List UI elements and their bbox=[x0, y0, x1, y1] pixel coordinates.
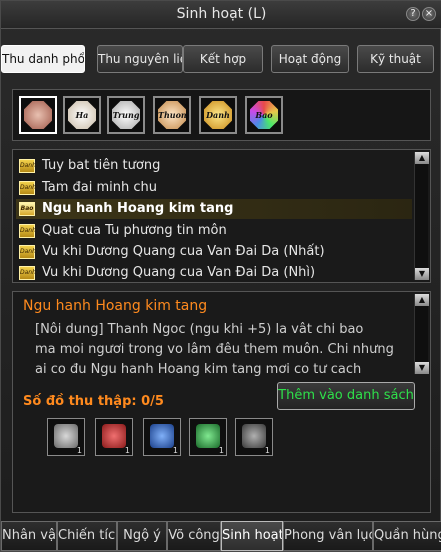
list-item-label: Quat cua Tu phương tin môn bbox=[42, 223, 227, 238]
window-title: Sinh hoạt (L) bbox=[176, 6, 267, 22]
list-item[interactable]: Danh Tam đai minh chu bbox=[16, 178, 412, 198]
material-slot[interactable]: 1 bbox=[143, 418, 181, 456]
slot-quantity: 1 bbox=[218, 446, 224, 455]
list-item-label: Vu khi Dương Quang cua Van Đai Da (Nhất) bbox=[42, 244, 325, 259]
top-tab-bar: Thu danh phổ Thu nguyên liệ Kết hợp Hoạt… bbox=[1, 45, 441, 75]
help-icon[interactable]: ? bbox=[406, 7, 420, 21]
category-all-button[interactable] bbox=[19, 96, 57, 134]
category-danh-button[interactable]: Danh bbox=[199, 96, 237, 134]
bottom-tab-bar: Nhân vật Chiến tích Ngộ ý Võ công Sinh h… bbox=[1, 521, 441, 551]
list-item[interactable]: Danh Vu khi Dương Quang cua Van Đai Da (… bbox=[16, 263, 412, 283]
bao-category-icon: Bao bbox=[250, 101, 278, 129]
slot-quantity: 1 bbox=[76, 446, 82, 455]
bao-badge-icon: Bao bbox=[19, 202, 35, 216]
detail-title: Ngu hanh Hoang kim tang bbox=[23, 298, 208, 314]
slot-quantity: 1 bbox=[264, 446, 270, 455]
ha-category-icon: Ha bbox=[68, 101, 96, 129]
description-line: ai co đu Ngu hanh Hoang kim tang mơi co … bbox=[35, 362, 362, 377]
add-to-list-button[interactable]: Thêm vào danh sách bbox=[277, 382, 415, 410]
tab-vo-cong[interactable]: Võ công bbox=[167, 521, 221, 551]
danh-badge-icon: Danh bbox=[19, 266, 36, 280]
slot-quantity: 1 bbox=[172, 446, 178, 455]
description-line: [Nôi dung] Thanh Ngoc (ngu khi +5) la vâ… bbox=[35, 322, 364, 337]
tab-phong-van-luc[interactable]: Phong vân lục bbox=[283, 521, 373, 551]
recipe-list: Danh Tuy bat tiên tương Danh Tam đai min… bbox=[12, 149, 431, 283]
description-line: ma moi ngươi trong vo lâm đêu them muôn.… bbox=[35, 342, 394, 357]
collect-count: Số đồ thu thập: 0/5 bbox=[23, 394, 164, 409]
category-bao-button[interactable]: Bao bbox=[245, 96, 283, 134]
danh-badge-icon: Danh bbox=[19, 245, 36, 259]
dark-gem-icon bbox=[242, 424, 266, 448]
tab-sinh-hoat[interactable]: Sinh hoạt bbox=[221, 521, 283, 551]
list-item-label: Tam đai minh chu bbox=[42, 180, 158, 195]
tab-thu-danh-pho[interactable]: Thu danh phổ bbox=[1, 45, 85, 73]
material-slot[interactable]: 1 bbox=[189, 418, 227, 456]
tab-quan-hung[interactable]: Quần hùng bbox=[373, 521, 441, 551]
sinh-hoat-window: Sinh hoạt (L) ? × Thu danh phổ Thu nguyê… bbox=[0, 0, 441, 552]
tab-hoat-dong[interactable]: Hoạt động bbox=[271, 45, 349, 73]
danh-badge-icon: Danh bbox=[19, 159, 36, 173]
tab-thu-nguyen-lieu[interactable]: Thu nguyên liệ bbox=[97, 45, 183, 73]
category-ha-button[interactable]: Ha bbox=[63, 96, 101, 134]
list-item[interactable]: Danh Vu khi Dương Quang cua Van Đai Da (… bbox=[16, 242, 412, 262]
scroll-down-icon[interactable]: ▼ bbox=[415, 362, 429, 374]
list-item-label: Vu khi Dương Quang cua Van Đai Da (Nhì) bbox=[42, 265, 316, 280]
detail-scrollbar[interactable]: ▲ ▼ bbox=[414, 294, 429, 374]
material-slot[interactable]: 1 bbox=[235, 418, 273, 456]
danh-badge-icon: Danh bbox=[19, 181, 36, 195]
detail-description: [Nôi dung] Thanh Ngoc (ngu khi +5) la vâ… bbox=[35, 320, 415, 380]
tab-chien-tich[interactable]: Chiến tích bbox=[57, 521, 117, 551]
tab-ket-hop[interactable]: Kết hợp bbox=[183, 45, 263, 73]
list-item-selected[interactable]: Bao Ngu hanh Hoang kim tang bbox=[16, 199, 412, 219]
all-category-icon bbox=[24, 101, 52, 129]
scroll-up-icon[interactable]: ▲ bbox=[415, 152, 429, 164]
blue-gem-icon bbox=[150, 424, 174, 448]
list-item-label: Tuy bat tiên tương bbox=[42, 158, 161, 173]
tab-ngo-y[interactable]: Ngộ ý bbox=[117, 521, 167, 551]
red-gem-icon bbox=[102, 424, 126, 448]
list-item[interactable]: Danh Quat cua Tu phương tin môn bbox=[16, 221, 412, 241]
thuong-category-icon: Thuong bbox=[158, 101, 186, 129]
category-trung-button[interactable]: Trung bbox=[107, 96, 145, 134]
tab-ky-thuat[interactable]: Kỹ thuật bbox=[357, 45, 434, 73]
title-bar[interactable]: Sinh hoạt (L) ? × bbox=[1, 1, 441, 29]
category-filter-bar: Ha Trung Thuong Danh Bao bbox=[12, 89, 431, 141]
material-slot[interactable]: 1 bbox=[95, 418, 133, 456]
category-thuong-button[interactable]: Thuong bbox=[153, 96, 191, 134]
trung-category-icon: Trung bbox=[112, 101, 140, 129]
danh-badge-icon: Danh bbox=[19, 224, 36, 238]
close-icon[interactable]: × bbox=[422, 7, 436, 21]
recipe-detail-panel: Ngu hanh Hoang kim tang [Nôi dung] Thanh… bbox=[12, 291, 431, 513]
material-slot[interactable]: 1 bbox=[47, 418, 85, 456]
scroll-down-icon[interactable]: ▼ bbox=[415, 268, 429, 280]
slot-quantity: 1 bbox=[124, 446, 130, 455]
list-scrollbar[interactable]: ▲ ▼ bbox=[414, 152, 429, 280]
green-gem-icon bbox=[196, 424, 220, 448]
list-item[interactable]: Danh Tuy bat tiên tương bbox=[16, 156, 412, 176]
tab-nhan-vat[interactable]: Nhân vật bbox=[1, 521, 57, 551]
gray-gem-icon bbox=[54, 424, 78, 448]
list-item-label: Ngu hanh Hoang kim tang bbox=[42, 201, 234, 216]
scroll-up-icon[interactable]: ▲ bbox=[415, 294, 429, 306]
danh-category-icon: Danh bbox=[204, 101, 232, 129]
